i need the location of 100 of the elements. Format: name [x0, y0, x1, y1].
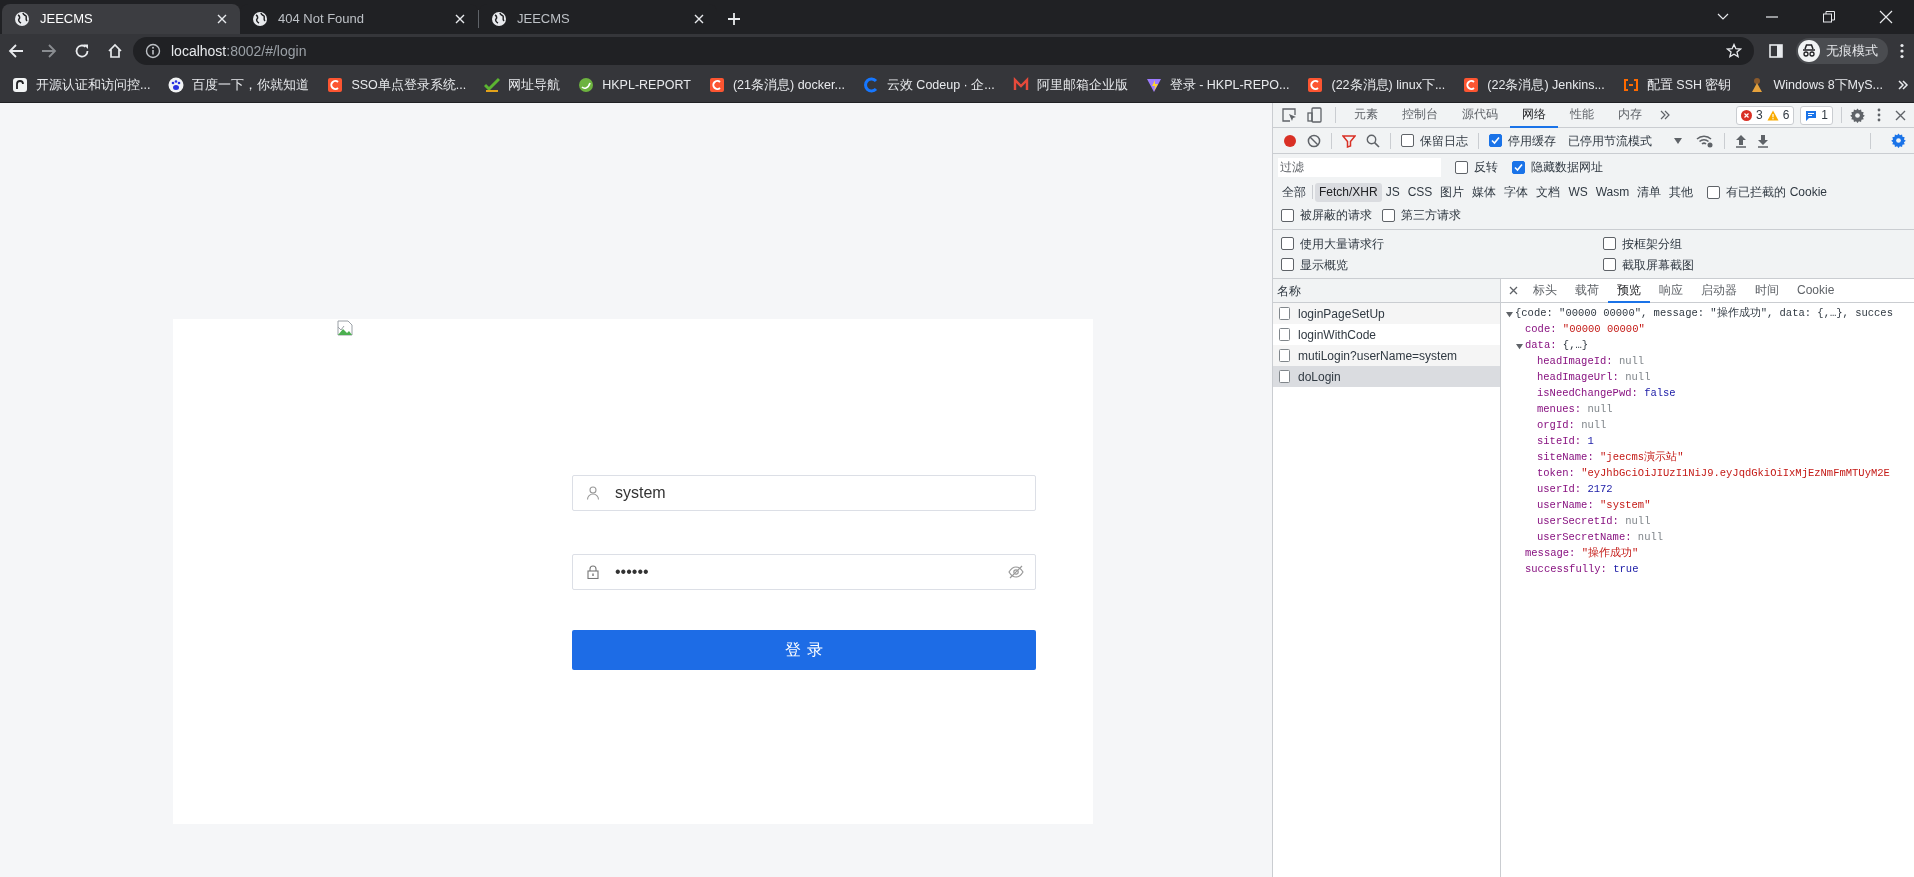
- reload-icon[interactable]: [74, 43, 90, 59]
- record-icon[interactable]: [1283, 133, 1297, 148]
- forward-icon[interactable]: [41, 43, 57, 59]
- checkbox[interactable]: [1603, 237, 1616, 250]
- plus-icon[interactable]: [727, 12, 741, 26]
- info-icon[interactable]: [145, 43, 161, 59]
- checkbox-label[interactable]: 反转: [1474, 158, 1498, 176]
- username-field[interactable]: system: [572, 475, 1036, 511]
- checkbox[interactable]: [1707, 185, 1721, 199]
- type-filter[interactable]: JS: [1381, 182, 1404, 202]
- settings-icon[interactable]: [1891, 133, 1906, 148]
- back-icon[interactable]: [8, 43, 24, 59]
- menu-icon[interactable]: [1900, 43, 1904, 59]
- detail-tab[interactable]: 响应: [1650, 278, 1692, 303]
- panel-tab[interactable]: 性能: [1558, 102, 1606, 128]
- checkbox[interactable]: [1603, 258, 1616, 271]
- type-filter[interactable]: 字体: [1500, 182, 1533, 202]
- inspect-icon[interactable]: [1281, 107, 1297, 123]
- filter-field[interactable]: 过滤: [1278, 157, 1441, 177]
- checkbox-label[interactable]: 显示概览: [1300, 255, 1348, 274]
- panel-tab[interactable]: 内存: [1606, 102, 1654, 128]
- panel-tab[interactable]: 控制台: [1390, 102, 1450, 128]
- request-row[interactable]: loginPageSetUp: [1273, 303, 1500, 324]
- bookmark[interactable]: 百度一下，你就知道: [164, 71, 314, 99]
- panel-tab[interactable]: 源代码: [1450, 102, 1510, 128]
- type-filter[interactable]: 全部: [1278, 182, 1310, 202]
- checkbox-label[interactable]: 第三方请求: [1401, 206, 1461, 224]
- bookmark[interactable]: 配置 SSH 密钥: [1618, 71, 1736, 99]
- bookmark[interactable]: 登录 - HKPL-REPO...: [1141, 71, 1294, 99]
- download-icon[interactable]: [1757, 133, 1769, 148]
- bookmark[interactable]: 阿里邮箱企业版: [1008, 71, 1132, 99]
- login-button[interactable]: 登录: [572, 630, 1036, 670]
- bookmark[interactable]: 开源认证和访问控...: [8, 71, 155, 99]
- type-filter[interactable]: Wasm: [1591, 182, 1634, 202]
- bookmark[interactable]: 网址导航: [480, 71, 565, 99]
- star-icon[interactable]: [1726, 43, 1742, 59]
- type-filter[interactable]: 清单: [1633, 182, 1666, 202]
- device-icon[interactable]: [1307, 107, 1323, 123]
- password-field[interactable]: ••••••: [572, 554, 1036, 590]
- bookmark[interactable]: HKPL-REPORT: [574, 71, 695, 99]
- bookmark[interactable]: SSO单点登录系统...: [323, 71, 471, 99]
- bookmark[interactable]: Windows 8下MyS...: [1745, 71, 1888, 99]
- bookmark[interactable]: (22条消息) linux下...: [1303, 71, 1450, 99]
- detail-tab[interactable]: 预览: [1608, 278, 1650, 303]
- checkbox-label[interactable]: 保留日志: [1420, 131, 1468, 150]
- request-row[interactable]: mutiLogin?userName=system: [1273, 345, 1500, 366]
- network-conditions-icon[interactable]: [1696, 133, 1714, 148]
- close-icon[interactable]: [1509, 286, 1518, 295]
- settings-icon[interactable]: [1850, 107, 1865, 123]
- expand-triangle-icon[interactable]: [1516, 342, 1523, 350]
- clear-icon[interactable]: [1307, 133, 1321, 148]
- checkbox[interactable]: [1382, 208, 1395, 222]
- detail-tab[interactable]: 标头: [1524, 278, 1566, 303]
- checkbox-label[interactable]: 使用大量请求行: [1300, 234, 1384, 253]
- checkbox-label[interactable]: 停用缓存: [1508, 131, 1556, 150]
- side-panel-icon[interactable]: [1768, 43, 1784, 59]
- profile-button[interactable]: 无痕模式: [1796, 38, 1888, 64]
- checkbox[interactable]: [1489, 134, 1502, 147]
- detail-tab[interactable]: 载荷: [1566, 278, 1608, 303]
- type-filter[interactable]: 图片: [1436, 182, 1469, 202]
- address-field[interactable]: localhost:8002/#/login: [133, 37, 1754, 65]
- more-tabs-icon[interactable]: [1660, 110, 1670, 120]
- expand-triangle-icon[interactable]: [1506, 310, 1513, 318]
- detail-tab[interactable]: 启动器: [1692, 278, 1746, 303]
- detail-tab[interactable]: 时间: [1746, 278, 1788, 303]
- eye-slash-icon[interactable]: [1008, 565, 1024, 579]
- restore-icon[interactable]: [1821, 10, 1836, 24]
- checkbox[interactable]: [1281, 237, 1294, 250]
- messages-counter[interactable]: 1: [1800, 105, 1833, 125]
- column-header[interactable]: 名称: [1273, 279, 1500, 303]
- checkbox[interactable]: [1512, 160, 1525, 174]
- type-filter[interactable]: WS: [1564, 182, 1592, 202]
- home-icon[interactable]: [107, 43, 123, 59]
- detail-tab[interactable]: Cookie: [1788, 278, 1844, 303]
- bookmark[interactable]: (21条消息) docker...: [704, 71, 849, 99]
- checkbox[interactable]: [1455, 160, 1468, 174]
- type-filter[interactable]: 其他: [1665, 182, 1698, 202]
- type-filter[interactable]: CSS: [1403, 182, 1437, 202]
- throttling-select[interactable]: 已停用节流模式: [1566, 131, 1686, 150]
- checkbox[interactable]: [1281, 208, 1294, 222]
- filter-icon[interactable]: [1342, 133, 1356, 148]
- panel-tab[interactable]: 元素: [1342, 102, 1390, 128]
- checkbox[interactable]: [1401, 134, 1414, 147]
- search-icon[interactable]: [1366, 133, 1380, 148]
- checkbox[interactable]: [1281, 258, 1294, 271]
- checkbox-label[interactable]: 截取屏幕截图: [1622, 255, 1694, 274]
- upload-icon[interactable]: [1735, 133, 1747, 148]
- checkbox-label[interactable]: 按框架分组: [1622, 234, 1682, 253]
- bookmark[interactable]: 云效 Codeup · 企...: [858, 71, 999, 99]
- type-filter[interactable]: 媒体: [1468, 182, 1501, 202]
- issues-counter[interactable]: 3 6: [1735, 105, 1795, 125]
- request-row[interactable]: doLogin: [1273, 366, 1500, 387]
- browser-tab[interactable]: JEECMS: [2, 4, 240, 34]
- bookmark[interactable]: (22条消息) Jenkins...: [1459, 71, 1609, 99]
- checkbox-label[interactable]: 有已拦截的 Cookie: [1726, 183, 1827, 201]
- checkbox-label[interactable]: 隐藏数据网址: [1531, 158, 1603, 176]
- more-icon[interactable]: [1877, 108, 1881, 122]
- checkbox-label[interactable]: 被屏蔽的请求: [1300, 206, 1372, 224]
- type-filter[interactable]: 文档: [1532, 182, 1565, 202]
- type-filter[interactable]: Fetch/XHR: [1315, 182, 1382, 202]
